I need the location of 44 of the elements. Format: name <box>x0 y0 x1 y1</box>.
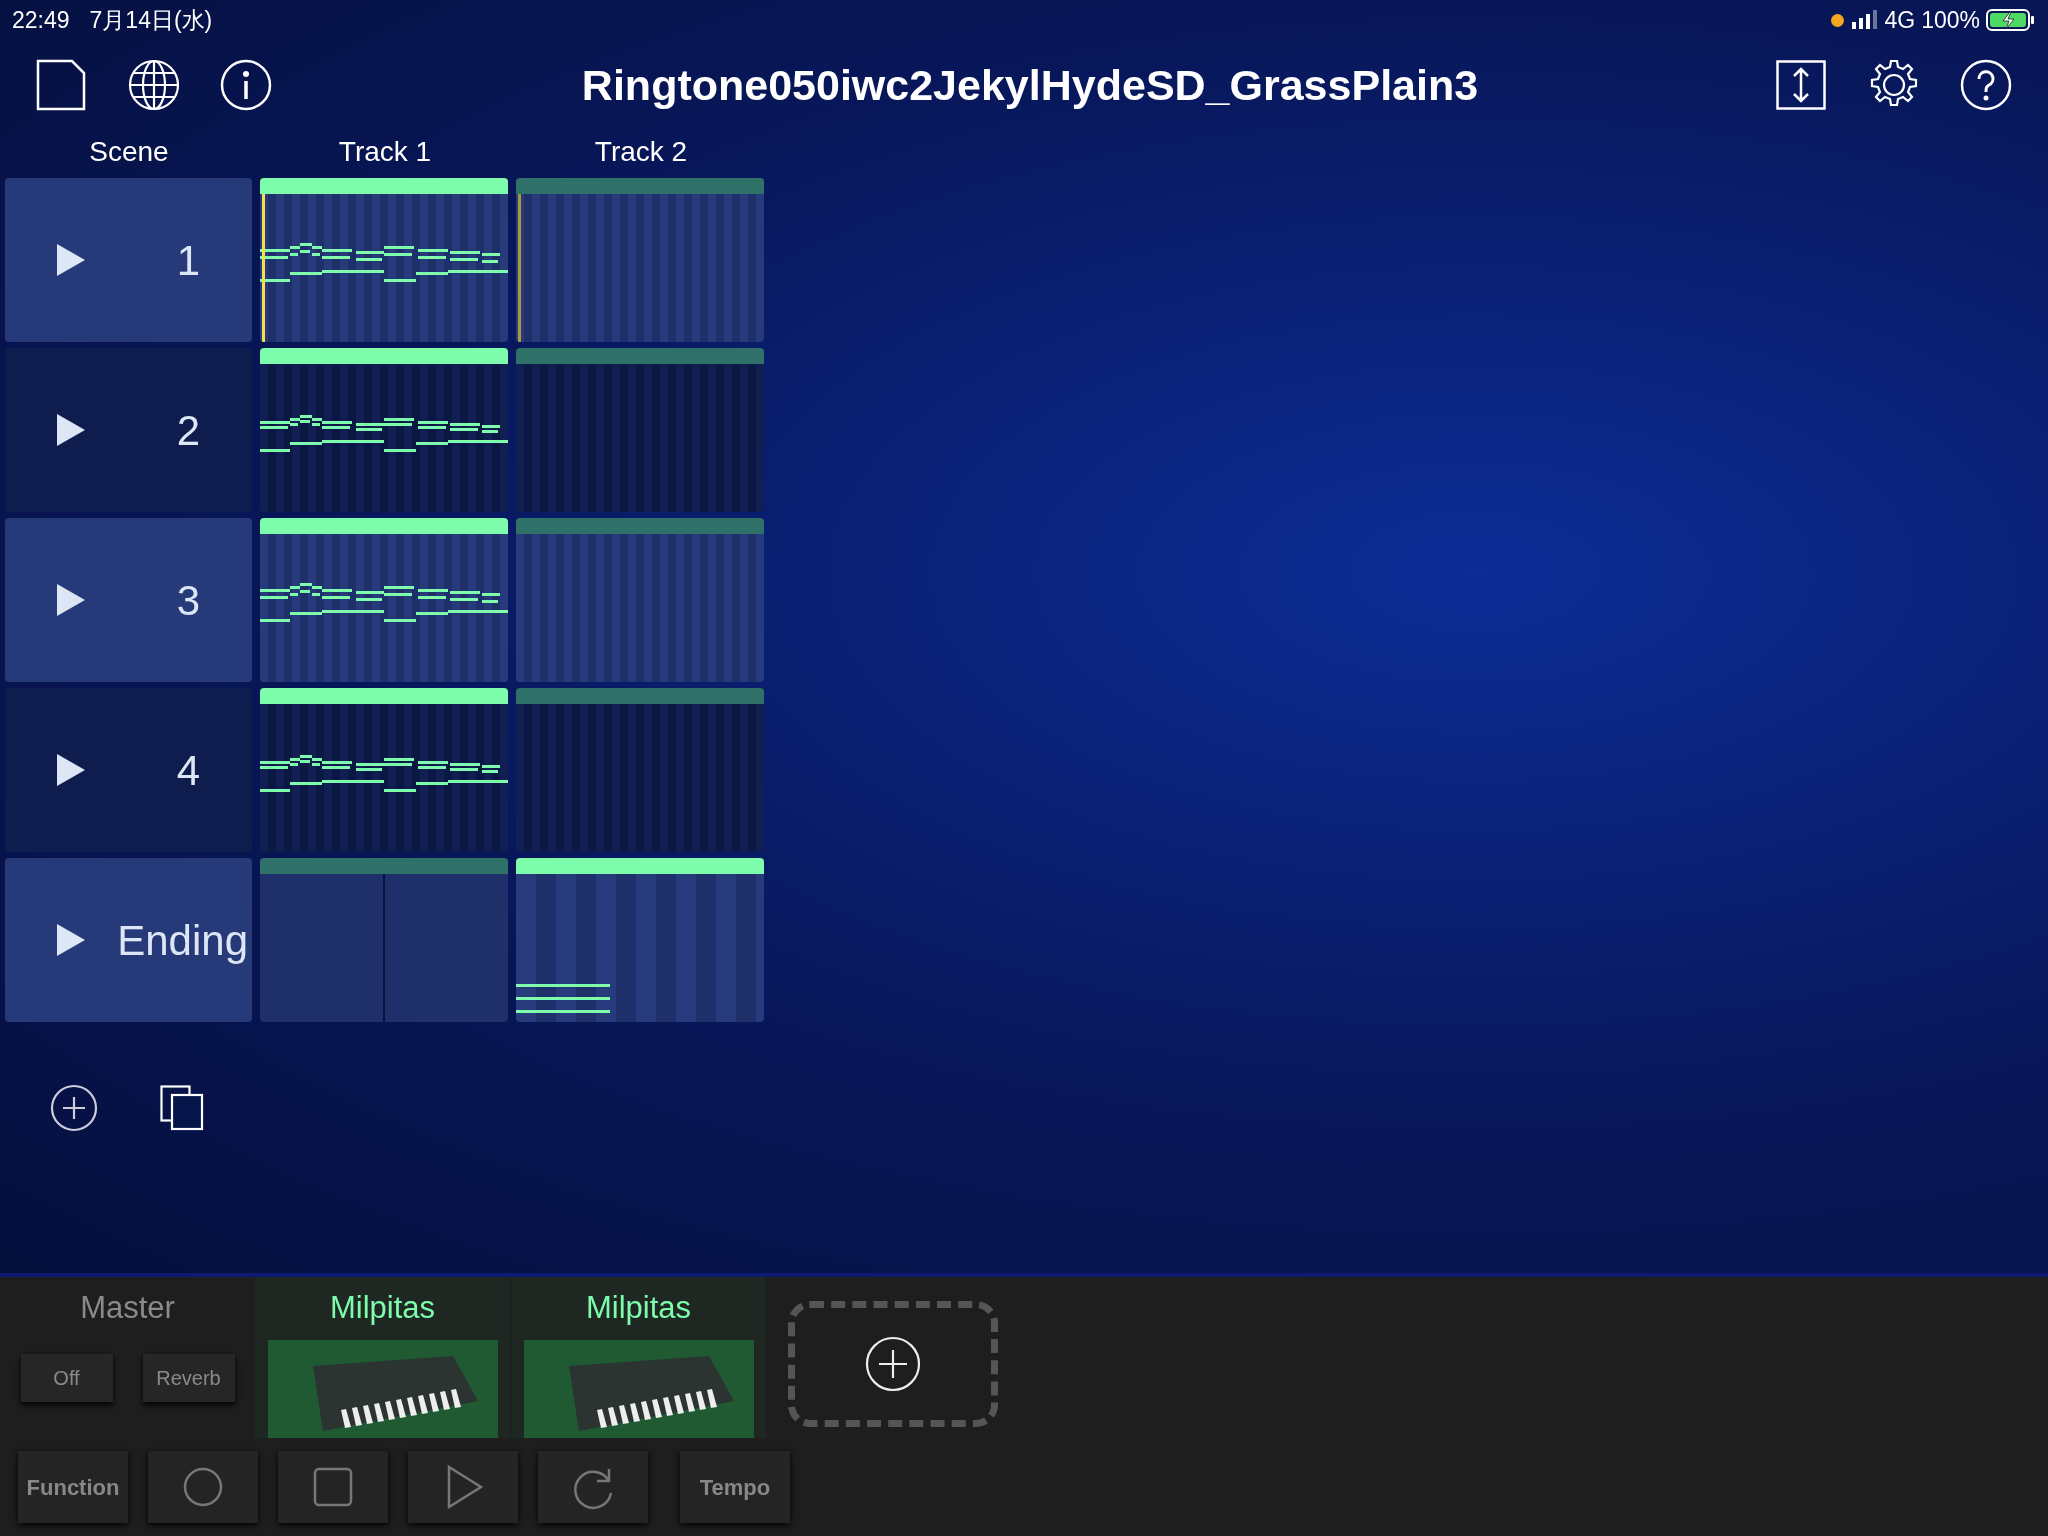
new-document-icon[interactable] <box>36 59 86 111</box>
signal-icon <box>1850 10 1879 30</box>
play-icon <box>55 582 87 618</box>
toolbar-button[interactable]: Tempo <box>680 1451 790 1523</box>
help-icon[interactable] <box>1960 59 2012 111</box>
status-date: 7月14日(水) <box>89 5 213 35</box>
transport-button[interactable] <box>538 1451 648 1523</box>
clip-cell[interactable] <box>260 858 508 1022</box>
status-time: 22:49 <box>12 5 70 35</box>
scene-button[interactable]: 3 <box>5 518 252 682</box>
add-scene-icon[interactable] <box>50 1084 98 1132</box>
battery-percent: 100% <box>1921 5 1980 35</box>
column-header: Track 1 <box>337 135 433 169</box>
resize-vertical-icon[interactable] <box>1776 60 1826 110</box>
play-icon <box>55 242 87 278</box>
scene-label: 3 <box>175 575 201 626</box>
column-header: Scene <box>88 135 170 169</box>
transport-button[interactable] <box>148 1451 258 1523</box>
scene-button[interactable]: Ending <box>5 858 252 1022</box>
play-icon <box>55 922 87 958</box>
project-title: Ringtone050iwc2JekylHydeSD_GrassPlain3 <box>580 59 1480 111</box>
scene-button[interactable]: 2 <box>5 348 252 512</box>
add-icon[interactable] <box>865 1336 921 1392</box>
network-type: 4G <box>1884 5 1916 35</box>
duplicate-icon[interactable] <box>160 1085 204 1131</box>
toolbar-button[interactable]: Function <box>18 1451 128 1523</box>
scene-label: 1 <box>175 235 201 286</box>
scene-label: Ending <box>116 915 249 966</box>
info-icon[interactable] <box>220 59 272 111</box>
scene-label: 2 <box>175 405 201 456</box>
master-button[interactable]: Reverb <box>142 1353 235 1402</box>
instrument-name: Milpitas <box>329 1289 436 1327</box>
instrument-name: Milpitas <box>585 1289 692 1327</box>
scene-button[interactable]: 4 <box>5 688 252 852</box>
scene-label: 4 <box>175 745 201 796</box>
master-button[interactable]: Off <box>20 1353 113 1402</box>
transport-button[interactable] <box>278 1451 388 1523</box>
scene-button[interactable]: 1 <box>5 178 252 342</box>
globe-icon[interactable] <box>128 59 180 111</box>
master-label: Master <box>80 1289 175 1327</box>
play-icon <box>55 412 87 448</box>
play-icon <box>55 752 87 788</box>
transport-button[interactable] <box>408 1451 518 1523</box>
column-header: Track 2 <box>593 135 689 169</box>
